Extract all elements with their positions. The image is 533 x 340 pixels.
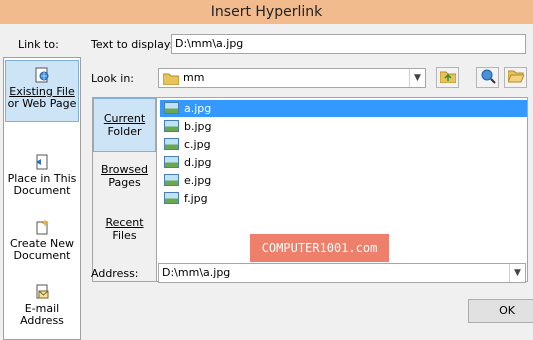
link-to-email-address[interactable]: E-mail Address — [5, 284, 79, 334]
tab-recent-line1: Recent — [105, 216, 144, 229]
link-to-email-line2: Address — [20, 314, 64, 327]
image-file-icon — [164, 102, 179, 114]
link-to-place-line2: Document — [13, 184, 71, 197]
link-to-existing-line2: or Web Page — [7, 97, 77, 110]
list-item[interactable]: c.jpg — [160, 136, 260, 153]
file-name: b.jpg — [184, 120, 212, 133]
up-folder-icon — [439, 69, 456, 86]
chevron-down-icon[interactable]: ▼ — [509, 264, 525, 282]
tab-browsed-line1: Browsed — [100, 163, 149, 176]
insert-hyperlink-dialog: Link to: Existing File or Web Page Place… — [0, 24, 533, 340]
browse-panel: Current Folder Browsed Pages Recent File… — [92, 97, 528, 282]
text-to-display-label: Text to display: — [91, 38, 174, 51]
browse-web-button[interactable] — [476, 67, 499, 88]
file-name: f.jpg — [184, 192, 208, 205]
link-to-existing-file[interactable]: Existing File or Web Page — [5, 60, 79, 122]
chevron-down-icon[interactable]: ▼ — [409, 69, 425, 87]
list-item[interactable]: f.jpg — [160, 190, 260, 207]
browse-web-icon — [480, 68, 496, 87]
ok-button[interactable]: OK — [468, 299, 533, 323]
list-item[interactable]: a.jpg — [160, 100, 527, 117]
open-folder-icon — [506, 69, 525, 86]
file-name: a.jpg — [184, 102, 212, 115]
list-item[interactable]: e.jpg — [160, 172, 260, 189]
look-in-value: mm — [183, 71, 205, 84]
tab-current-line2: Folder — [107, 125, 142, 138]
look-in-select[interactable]: mm ▼ — [158, 68, 426, 88]
file-list[interactable]: a.jpg b.jpg c.jpg d.jpg e.jpg f.jpg COMP… — [159, 99, 527, 280]
address-label: Address: — [91, 267, 139, 280]
address-input[interactable]: D:\mm\a.jpg ▼ — [158, 263, 526, 283]
file-name: e.jpg — [184, 174, 212, 187]
image-file-icon — [164, 138, 179, 150]
list-item[interactable]: d.jpg — [160, 154, 260, 171]
look-in-label: Look in: — [91, 72, 134, 85]
up-one-folder-button[interactable] — [436, 67, 459, 88]
image-file-icon — [164, 192, 179, 204]
link-to-rail: Existing File or Web Page Place in This … — [3, 57, 81, 340]
link-to-create-new-document[interactable]: Create New Document — [5, 219, 79, 269]
text-to-display-input[interactable]: D:\mm\a.jpg — [171, 34, 526, 54]
folder-icon — [162, 72, 180, 91]
new-document-icon — [34, 219, 50, 235]
link-to-place-in-document[interactable]: Place in This Document — [5, 154, 79, 204]
link-to-label: Link to: — [18, 38, 59, 51]
browse-file-button[interactable] — [504, 67, 527, 88]
image-file-icon — [164, 156, 179, 168]
address-value: D:\mm\a.jpg — [162, 266, 231, 279]
tab-recent-files[interactable]: Recent Files — [93, 216, 156, 246]
tab-browsed-pages[interactable]: Browsed Pages — [93, 163, 156, 193]
image-file-icon — [164, 120, 179, 132]
title-bar: Insert Hyperlink — [0, 0, 533, 24]
web-page-icon — [34, 67, 50, 83]
list-item[interactable]: b.jpg — [160, 118, 260, 135]
tab-current-folder[interactable]: Current Folder — [93, 98, 156, 152]
tab-recent-line2: Files — [112, 229, 137, 242]
text-to-display-value: D:\mm\a.jpg — [175, 37, 244, 50]
document-place-icon — [34, 154, 50, 170]
image-file-icon — [164, 174, 179, 186]
tab-current-line1: Current — [103, 112, 146, 125]
browse-tabs: Current Folder Browsed Pages Recent File… — [93, 98, 157, 281]
link-to-create-line2: Document — [13, 249, 71, 262]
tab-browsed-line2: Pages — [108, 176, 141, 189]
file-name: d.jpg — [184, 156, 212, 169]
window-title: Insert Hyperlink — [210, 4, 323, 20]
email-icon — [34, 284, 50, 300]
file-name: c.jpg — [184, 138, 211, 151]
watermark: COMPUTER1001.com — [250, 234, 389, 262]
